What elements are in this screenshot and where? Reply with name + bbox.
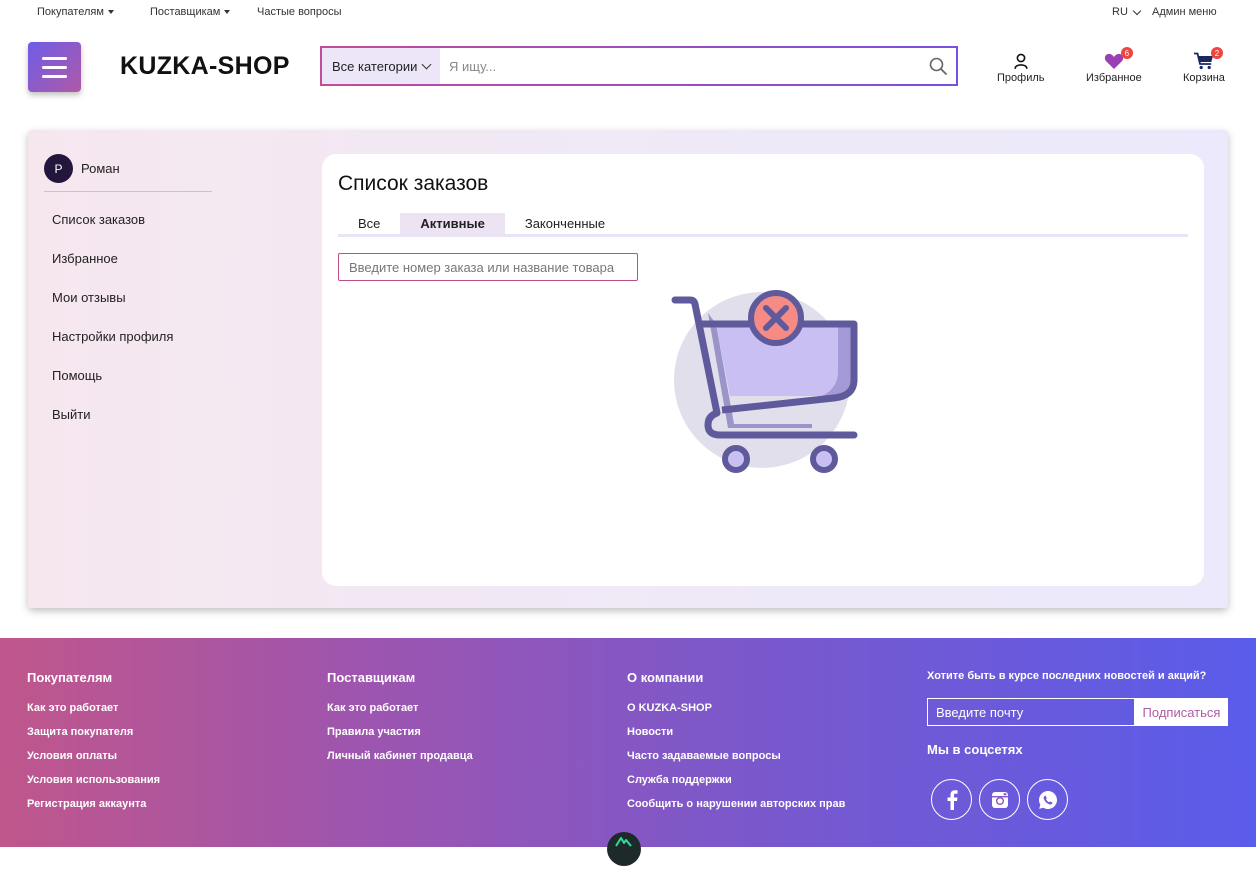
- facebook-icon: [947, 789, 958, 810]
- footer-link[interactable]: Как это работает: [27, 702, 160, 726]
- site-logo[interactable]: KUZKA-SHOP: [120, 52, 290, 81]
- facebook-button[interactable]: [931, 779, 972, 820]
- avatar: Р: [44, 154, 73, 183]
- sidebar-item-profile-settings[interactable]: Настройки профиля: [52, 329, 173, 368]
- subscribe-button[interactable]: Подписаться: [1135, 698, 1228, 726]
- top-bar: Покупателям Поставщикам Частые вопросы R…: [0, 0, 1256, 26]
- footer-link[interactable]: Условия использования: [27, 774, 160, 798]
- empty-cart-cancel-icon: [671, 290, 858, 473]
- user-info: Р Роман: [44, 154, 120, 183]
- footer-link[interactable]: Регистрация аккаунта: [27, 798, 160, 822]
- language-selector[interactable]: RU: [1112, 6, 1142, 18]
- faq-link-label: Частые вопросы: [257, 6, 342, 18]
- hamburger-menu-icon-line: [42, 74, 67, 78]
- chevron-down-icon: [1132, 6, 1142, 15]
- footer-buyers-column: Покупателям Как это работает Защита поку…: [27, 670, 160, 822]
- footer-suppliers-title: Поставщикам: [327, 670, 416, 685]
- search-button[interactable]: [920, 48, 956, 84]
- sidebar-item-orders[interactable]: Список заказов: [52, 212, 173, 251]
- tab-all[interactable]: Все: [338, 213, 400, 234]
- whatsapp-icon: [1038, 790, 1057, 809]
- favorites-count-badge: 6: [1120, 47, 1133, 59]
- favorites-link[interactable]: 6 Избранное: [1086, 47, 1142, 84]
- order-tabs: Все Активные Законченные: [338, 213, 1188, 237]
- instagram-icon: [991, 791, 1008, 808]
- footer-link[interactable]: Как это работает: [327, 702, 473, 726]
- cart-link[interactable]: 2 Корзина: [1183, 47, 1225, 84]
- language-label: RU: [1112, 6, 1128, 18]
- footer-link[interactable]: О KUZKA-SHOP: [627, 702, 845, 726]
- hamburger-menu-icon-line: [42, 56, 67, 60]
- hamburger-menu-icon-line: [42, 65, 67, 69]
- sidebar-item-logout[interactable]: Выйти: [52, 407, 173, 446]
- instagram-button[interactable]: [979, 779, 1020, 820]
- social-title: Мы в соцсетях: [927, 742, 1023, 757]
- cart-label: Корзина: [1183, 72, 1225, 84]
- order-search-input[interactable]: [338, 253, 638, 281]
- caret-down-icon: [107, 10, 114, 14]
- cart-count-badge: 2: [1210, 47, 1223, 59]
- buyers-dropdown-label: Покупателям: [37, 6, 104, 18]
- caret-down-icon: [224, 10, 231, 14]
- user-icon: [1014, 53, 1028, 69]
- user-name: Роман: [81, 161, 120, 176]
- profile-label: Профиль: [997, 72, 1045, 84]
- category-select-label: Все категории: [332, 58, 418, 74]
- suppliers-dropdown-label: Поставщикам: [150, 6, 221, 18]
- page-title: Список заказов: [338, 172, 489, 195]
- admin-menu-label: Админ меню: [1152, 6, 1217, 18]
- footer-company-column: О компании О KUZKA-SHOP Новости Часто за…: [627, 670, 845, 822]
- hamburger-menu-button[interactable]: [28, 42, 81, 92]
- category-select[interactable]: Все категории: [322, 48, 440, 84]
- nuxt-logo-icon: [607, 832, 641, 866]
- profile-link[interactable]: Профиль: [997, 52, 1045, 84]
- footer-link[interactable]: Часто задаваемые вопросы: [627, 750, 845, 774]
- site-footer: Покупателям Как это работает Защита поку…: [0, 638, 1256, 866]
- footer-buyers-title: Покупателям: [27, 670, 113, 685]
- chevron-down-icon: [421, 59, 432, 70]
- footer-suppliers-column: Поставщикам Как это работает Правила уча…: [327, 670, 473, 774]
- sidebar-item-favorites[interactable]: Избранное: [52, 251, 173, 290]
- footer-link[interactable]: Служба поддержки: [627, 774, 845, 798]
- tab-active[interactable]: Активные: [400, 213, 505, 234]
- search-icon: [929, 57, 947, 75]
- account-panel: Р Роман Список заказов Избранное Мои отз…: [28, 130, 1228, 608]
- footer-link[interactable]: Новости: [627, 726, 845, 750]
- newsletter-title: Хотите быть в курсе последних новостей и…: [927, 670, 1207, 682]
- search-input[interactable]: [440, 48, 920, 84]
- footer-company-title: О компании: [627, 670, 704, 685]
- buyers-dropdown[interactable]: Покупателям: [37, 6, 114, 18]
- admin-menu-link[interactable]: Админ меню: [1152, 6, 1217, 18]
- newsletter-form: Подписаться: [927, 698, 1228, 726]
- nuxt-mountain-icon: [615, 837, 632, 847]
- sidebar-item-help[interactable]: Помощь: [52, 368, 173, 407]
- footer-link[interactable]: Защита покупателя: [27, 726, 160, 750]
- footer-link[interactable]: Условия оплаты: [27, 750, 160, 774]
- footer-link[interactable]: Личный кабинет продавца: [327, 750, 473, 774]
- search-bar: Все категории: [320, 46, 958, 86]
- suppliers-dropdown[interactable]: Поставщикам: [150, 6, 231, 18]
- email-field[interactable]: [927, 698, 1135, 726]
- orders-content: Список заказов Все Активные Законченные: [322, 154, 1204, 586]
- sidebar-item-reviews[interactable]: Мои отзывы: [52, 290, 173, 329]
- tab-completed[interactable]: Законченные: [505, 213, 625, 234]
- account-sidebar-menu: Список заказов Избранное Мои отзывы Наст…: [52, 212, 173, 446]
- favorites-label: Избранное: [1086, 72, 1142, 84]
- faq-link[interactable]: Частые вопросы: [257, 6, 342, 18]
- footer-link[interactable]: Сообщить о нарушении авторских прав: [627, 798, 845, 822]
- sidebar-divider: [44, 191, 212, 192]
- footer-link[interactable]: Правила участия: [327, 726, 473, 750]
- whatsapp-button[interactable]: [1027, 779, 1068, 820]
